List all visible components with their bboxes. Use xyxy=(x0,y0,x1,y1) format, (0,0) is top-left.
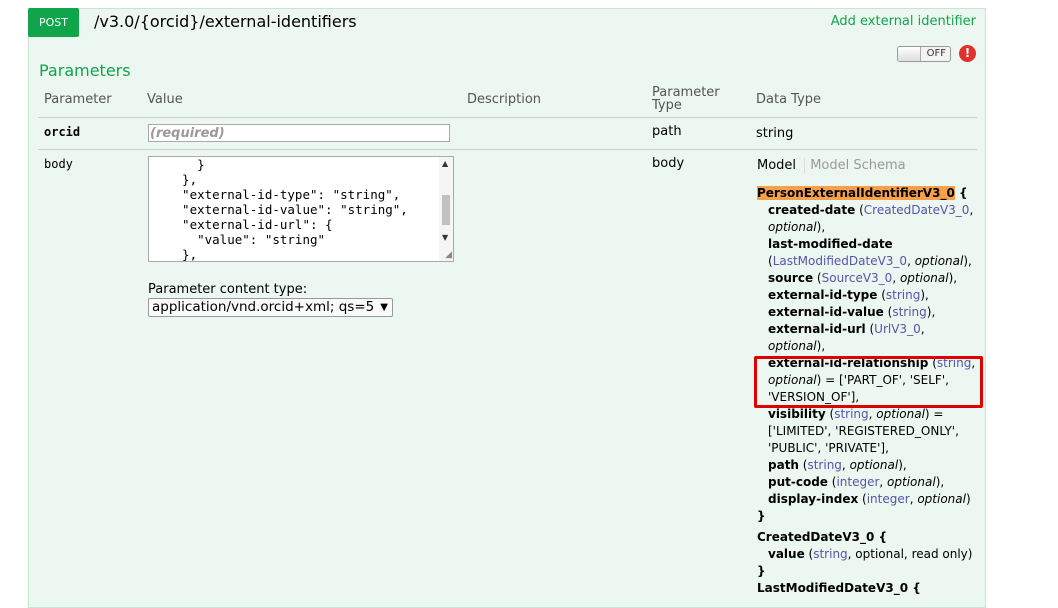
header-divider xyxy=(38,117,977,118)
model-field: external-id-value (string), xyxy=(768,305,936,319)
content-type-value: application/vnd.orcid+xml; qs=5 xyxy=(152,299,375,315)
endpoint-path[interactable]: /v3.0/{orcid}/external-identifiers xyxy=(94,12,357,31)
resize-grip-icon[interactable]: ◢ xyxy=(445,250,452,260)
tab-model-schema[interactable]: Model Schema xyxy=(804,158,906,173)
scroll-up-icon[interactable]: ▲ xyxy=(442,159,448,168)
next-model-name: CreatedDateV3_0 { xyxy=(757,530,888,544)
tab-model[interactable]: Model xyxy=(757,158,796,173)
model-field-cont: (LastModifiedDateV3_0, optional), xyxy=(768,254,972,268)
model-field: external-id-url (UrlV3_0, xyxy=(768,322,925,336)
header-data-type: Data Type xyxy=(756,92,822,107)
model-field: source (SourceV3_0, optional), xyxy=(768,271,958,285)
model-tabs: Model Model Schema xyxy=(757,158,906,173)
param-name-body: body xyxy=(44,157,73,171)
model-name: PersonExternalIdentifierV3_0 xyxy=(757,186,955,200)
toggle-label: OFF xyxy=(926,48,946,59)
model-field-cont: optional), xyxy=(768,220,826,234)
model-field-cont: ['LIMITED', 'REGISTERED_ONLY', xyxy=(768,424,959,438)
model-header: PersonExternalIdentifierV3_0 { xyxy=(757,185,982,202)
model-field: path (string, optional), xyxy=(768,458,907,472)
body-text: } }, "external-id-type": "string", "exte… xyxy=(182,157,408,262)
parameters-title: Parameters xyxy=(39,61,131,80)
method-badge[interactable]: POST xyxy=(28,8,79,37)
scroll-down-icon[interactable]: ▼ xyxy=(442,233,448,242)
auth-toggle[interactable]: OFF xyxy=(897,46,951,62)
body-textarea[interactable]: } }, "external-id-type": "string", "exte… xyxy=(148,156,454,262)
model-field: external-id-type (string), xyxy=(768,288,929,302)
model-close-brace: } xyxy=(757,509,766,523)
model-field: value (string, optional, read only) xyxy=(768,547,973,561)
textarea-scrollbar[interactable]: ▲ ▼ xyxy=(439,157,453,261)
header-description: Description xyxy=(467,92,542,107)
next-model-close-brace: } xyxy=(757,564,766,578)
model-field-cont: 'PUBLIC', 'PRIVATE'], xyxy=(768,441,889,455)
header-value: Value xyxy=(147,92,183,107)
data-type-orcid: string xyxy=(756,126,794,141)
chevron-down-icon: ▼ xyxy=(380,302,388,313)
row-divider xyxy=(38,149,977,150)
orcid-input[interactable] xyxy=(148,124,450,142)
cut-off-model-name: LastModifiedDateV3_0 { xyxy=(757,581,921,595)
header-parameter-type-line2: Type xyxy=(652,98,682,113)
model-field: put-code (integer, optional), xyxy=(768,475,945,489)
scroll-thumb[interactable] xyxy=(442,195,450,225)
param-type-body: body xyxy=(652,156,685,171)
param-name-orcid: orcid xyxy=(44,125,81,139)
param-type-orcid: path xyxy=(652,124,682,139)
highlight-box xyxy=(754,356,983,408)
alert-icon[interactable]: ! xyxy=(959,45,976,62)
model-field: visibility (string, optional) = xyxy=(768,407,944,421)
toggle-knob xyxy=(898,47,921,61)
endpoint-summary-link[interactable]: Add external identifier xyxy=(831,14,976,29)
content-type-select[interactable]: application/vnd.orcid+xml; qs=5 ▼ xyxy=(148,298,393,317)
model-field: display-index (integer, optional) xyxy=(768,492,971,506)
model-field: created-date (CreatedDateV3_0, xyxy=(768,203,974,217)
header-parameter: Parameter xyxy=(44,92,112,107)
model-open-brace: { xyxy=(954,186,968,200)
model-field-cont: optional), xyxy=(768,339,826,353)
header-parameter-type: Parameter Type xyxy=(652,86,720,112)
content-type-label: Parameter content type: xyxy=(148,282,308,297)
model-field: last-modified-date xyxy=(768,237,893,251)
